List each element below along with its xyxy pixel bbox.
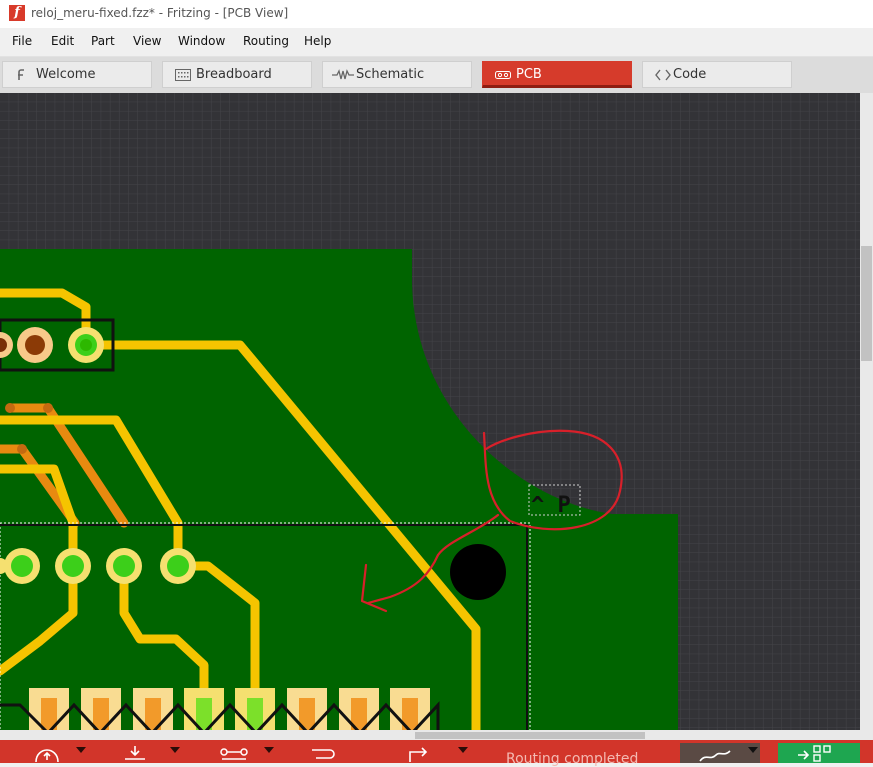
tab-pcb[interactable]: PCB — [482, 61, 632, 88]
tab-label: Breadboard — [196, 67, 272, 82]
menu-view[interactable]: View — [133, 34, 161, 48]
tab-welcome[interactable]: Welcome — [2, 61, 152, 88]
horizontal-scroll-thumb[interactable] — [415, 732, 645, 739]
breadboard-icon — [175, 69, 191, 81]
tab-code[interactable]: Code — [642, 61, 792, 88]
tab-label: Code — [673, 67, 707, 82]
fritzing-f-icon: f — [9, 5, 25, 21]
tab-label: Welcome — [36, 67, 96, 82]
share-upload-icon — [35, 749, 59, 763]
horizontal-scrollbar[interactable] — [0, 730, 860, 740]
tab-breadboard[interactable]: Breadboard — [162, 61, 312, 88]
vertical-scroll-thumb[interactable] — [861, 246, 872, 361]
route-dropdown-arrow[interactable] — [264, 747, 274, 753]
drc-button[interactable] — [404, 742, 474, 762]
route-trace-icon — [220, 748, 248, 760]
autoroute-button[interactable] — [308, 742, 368, 762]
resistor-icon — [332, 69, 354, 80]
view-layer-button[interactable] — [680, 743, 760, 763]
title-bar: f reloj_meru-fixed.fzz* - Fritzing - [PC… — [0, 0, 873, 28]
silkscreen-label[interactable]: ^ P — [531, 493, 571, 518]
share-dropdown-arrow[interactable] — [76, 747, 86, 753]
menu-part[interactable]: Part — [91, 34, 115, 48]
view-tab-bar: Welcome Breadboard Schematic PCB Code — [0, 57, 873, 93]
export-route-icon — [409, 747, 428, 762]
vertical-scrollbar[interactable] — [860, 93, 873, 740]
menu-window[interactable]: Window — [178, 34, 225, 48]
add-note-button[interactable] — [120, 742, 184, 762]
drc-dropdown-arrow[interactable] — [458, 747, 468, 753]
pcb-icon — [495, 71, 511, 79]
add-note-dropdown-arrow[interactable] — [170, 747, 180, 753]
download-arrow-icon — [125, 746, 145, 760]
window-title: reloj_meru-fixed.fzz* - Fritzing - [PCB … — [31, 6, 289, 20]
tab-label: Schematic — [356, 67, 425, 82]
tab-schematic[interactable]: Schematic — [322, 61, 472, 88]
fritzing-logo-icon — [18, 69, 24, 80]
mounting-hole — [450, 544, 506, 600]
code-brackets-icon — [655, 69, 671, 81]
menu-bar: File Edit Part View Window Routing Help — [0, 28, 873, 57]
pcb-canvas[interactable]: ^ P — [0, 93, 860, 740]
export-for-production-button[interactable] — [778, 743, 860, 763]
fabrication-export-icon — [798, 745, 831, 762]
menu-routing[interactable]: Routing — [243, 34, 289, 48]
bottom-toolbar: Routing completed — [0, 740, 873, 767]
menu-help[interactable]: Help — [304, 34, 331, 48]
pcb-layer-icon — [699, 750, 731, 762]
tab-label: PCB — [516, 67, 542, 82]
share-button[interactable] — [32, 742, 92, 763]
view-layer-dropdown-arrow[interactable] — [748, 747, 758, 753]
menu-edit[interactable]: Edit — [51, 34, 74, 48]
menu-file[interactable]: File — [12, 34, 32, 48]
route-button[interactable] — [218, 742, 280, 762]
autoroute-icon — [312, 749, 335, 759]
routing-status: Routing completed — [506, 751, 639, 767]
pcb-drawing[interactable]: ^ P — [0, 93, 860, 740]
